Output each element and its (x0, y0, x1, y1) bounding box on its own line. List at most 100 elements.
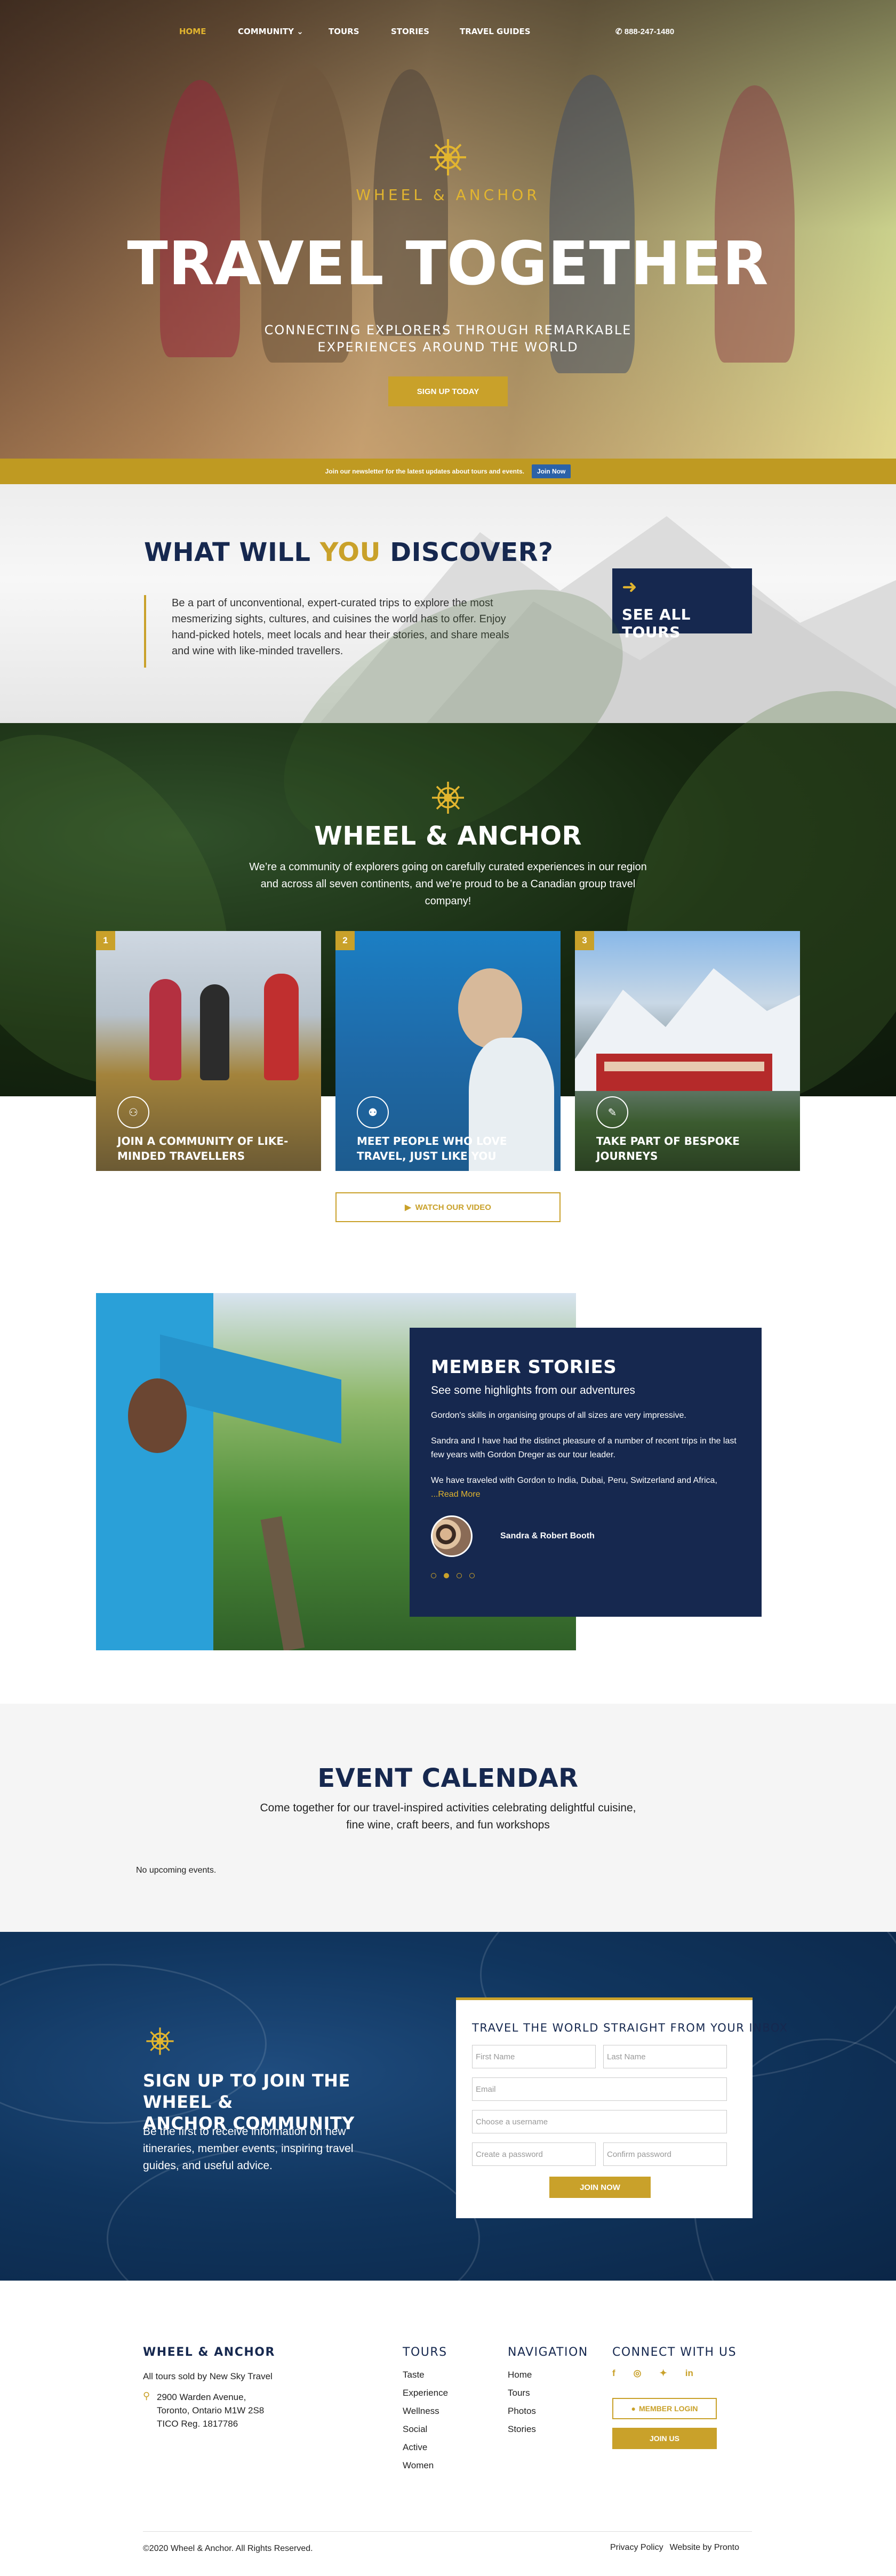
calendar-title: EVENT CALENDAR (317, 1763, 579, 1793)
newsletter-text: Join our newsletter for the latest updat… (325, 468, 525, 475)
website-credit-link[interactable]: Website by Pronto (670, 2543, 739, 2553)
newsletter-bar: Join our newsletter for the latest updat… (0, 459, 896, 484)
join-now-button[interactable]: Join Now (532, 464, 571, 478)
arrow-right-icon: ➜ (622, 577, 637, 597)
footer-link-home[interactable]: Home (508, 2366, 536, 2384)
footer-link-wellness[interactable]: Wellness (403, 2402, 448, 2420)
user-icon: ● (631, 2404, 636, 2413)
stories-title: MEMBER STORIES (431, 1357, 617, 1378)
footer-link-social[interactable]: Social (403, 2420, 448, 2438)
watch-video-button[interactable]: ▶ WATCH OUR VIDEO (335, 1192, 561, 1222)
join-now-submit-button[interactable]: JOIN NOW (549, 2177, 651, 2198)
footer-link-stories[interactable]: Stories (508, 2420, 536, 2438)
footer-legal: Privacy Policy Website by Pronto (610, 2543, 739, 2553)
nav-home[interactable]: HOME (179, 27, 206, 36)
ship-wheel-icon (432, 782, 464, 814)
hero-logo-text: WHEEL & ANCHOR (356, 186, 540, 204)
card-label: TAKE PART OF BESPOKE JOURNEYS (596, 1135, 740, 1162)
discover-accent-bar (144, 595, 146, 668)
social-icons: f ◎ ✦ in (612, 2368, 693, 2379)
footer-sold-by: All tours sold by New Sky Travel (143, 2371, 273, 2381)
calendar-subtitle: Come together for our travel-inspired ac… (260, 1802, 636, 1831)
footer-link-photos[interactable]: Photos (508, 2402, 536, 2420)
member-stories-card: MEMBER STORIES See some highlights from … (410, 1328, 762, 1617)
nav-travel-guides[interactable]: TRAVEL GUIDES (460, 27, 531, 36)
group-icon: ⚉ (357, 1096, 389, 1128)
form-title: TRAVEL THE WORLD STRAIGHT FROM YOUR INBO… (472, 2021, 788, 2034)
footer-navigation-title: NAVIGATION (508, 2346, 588, 2359)
stories-paragraph: Gordon's skills in organising groups of … (431, 1411, 686, 1420)
ship-wheel-icon (430, 139, 466, 175)
main-nav: HOME COMMUNITY ⌄ TOURS STORIES TRAVEL GU… (0, 0, 896, 61)
footer-tours-title: TOURS (403, 2346, 447, 2359)
email-field[interactable]: Email (472, 2077, 727, 2101)
see-all-tours-button[interactable]: ➜ SEE ALL TOURS (612, 568, 752, 641)
nav-stories[interactable]: STORIES (391, 27, 429, 36)
see-all-tours-label: SEE ALL TOURS (622, 606, 691, 641)
hero-title: TRAVEL TOGETHER (127, 229, 769, 299)
stories-subtitle: See some highlights from our adventures (431, 1384, 635, 1397)
signup-section (0, 1932, 896, 2281)
member-login-button[interactable]: ● MEMBER LOGIN (612, 2398, 717, 2419)
twitter-icon[interactable]: ✦ (660, 2368, 667, 2379)
footer-link-tours[interactable]: Tours (508, 2384, 536, 2402)
carousel-dot[interactable] (431, 1573, 436, 1578)
card-label: JOIN A COMMUNITY OF LIKE-MINDED TRAVELLE… (117, 1135, 289, 1162)
brand-title: WHEEL & ANCHOR (314, 821, 582, 851)
people-icon: ⚇ (117, 1096, 149, 1128)
play-icon: ▶ (405, 1203, 411, 1212)
footer-connect-title: CONNECT WITH US (612, 2346, 737, 2359)
join-us-button[interactable]: JOIN US (612, 2428, 717, 2449)
facebook-icon[interactable]: f (612, 2368, 615, 2379)
avatar (431, 1515, 473, 1557)
signup-body: Be the first to receive information on n… (143, 2125, 354, 2172)
carousel-dot[interactable] (469, 1573, 475, 1578)
no-events-text: No upcoming events. (136, 1866, 217, 1875)
read-more-link[interactable]: ...Read More (431, 1490, 480, 1499)
last-name-field[interactable]: Last Name (603, 2045, 727, 2068)
card-number: 2 (335, 931, 355, 950)
carousel-dot[interactable] (457, 1573, 462, 1578)
card-label: MEET PEOPLE WHO LOVE TRAVEL, JUST LIKE Y… (357, 1135, 507, 1162)
nav-tours[interactable]: TOURS (329, 27, 359, 36)
username-field[interactable]: Choose a username (472, 2110, 727, 2133)
compass-icon: ✎ (596, 1096, 628, 1128)
sign-up-today-button[interactable]: SIGN UP TODAY (388, 376, 508, 406)
story-author: Sandra & Robert Booth (500, 1531, 595, 1540)
carousel-dots (431, 1573, 740, 1578)
stories-paragraph: We have traveled with Gordon to India, D… (431, 1476, 717, 1499)
discover-title: WHAT WILL YOU DISCOVER? (144, 537, 554, 567)
nav-community[interactable]: COMMUNITY ⌄ (238, 27, 303, 36)
footer-link-taste[interactable]: Taste (403, 2366, 448, 2384)
hero-section: HOME COMMUNITY ⌄ TOURS STORIES TRAVEL GU… (0, 0, 896, 459)
footer-link-experience[interactable]: Experience (403, 2384, 448, 2402)
hero-subtitle: CONNECTING EXPLORERS THROUGH REMARKABLE E… (264, 323, 632, 355)
footer-tours-list: Taste Experience Wellness Social Active … (403, 2366, 448, 2475)
stories-paragraph: Sandra and I have had the distinct pleas… (431, 1437, 737, 1459)
privacy-policy-link[interactable]: Privacy Policy (610, 2543, 663, 2553)
chevron-down-icon: ⌄ (297, 27, 303, 36)
instagram-icon[interactable]: ◎ (634, 2368, 642, 2379)
confirm-password-field[interactable]: Confirm password (603, 2142, 727, 2166)
copyright: ©2020 Wheel & Anchor. All Rights Reserve… (143, 2544, 313, 2553)
linkedin-icon[interactable]: in (685, 2368, 693, 2379)
hero-logo: WHEEL & ANCHOR (0, 136, 896, 204)
feature-card-3[interactable]: 3 ✎ TAKE PART OF BESPOKE JOURNEYS (575, 931, 800, 1171)
nav-phone[interactable]: ✆ 888-247-1480 (615, 27, 674, 36)
footer-brand: WHEEL & ANCHOR (143, 2346, 275, 2359)
footer: WHEEL & ANCHOR All tours sold by New Sky… (0, 2281, 896, 2576)
brand-body: We’re a community of explorers going on … (249, 861, 647, 907)
ship-wheel-icon (146, 2027, 174, 2055)
location-pin-icon: ⚲ (143, 2390, 150, 2401)
footer-divider (143, 2531, 752, 2532)
phone-icon: ✆ (615, 27, 622, 36)
card-number: 3 (575, 931, 594, 950)
feature-card-2[interactable]: 2 ⚉ MEET PEOPLE WHO LOVE TRAVEL, JUST LI… (335, 931, 561, 1171)
footer-link-women[interactable]: Women (403, 2457, 448, 2475)
event-calendar-section: EVENT CALENDAR Come together for our tra… (0, 1704, 896, 1932)
password-field[interactable]: Create a password (472, 2142, 596, 2166)
feature-card-1[interactable]: 1 ⚇ JOIN A COMMUNITY OF LIKE-MINDED TRAV… (96, 931, 321, 1171)
carousel-dot-active[interactable] (444, 1573, 449, 1578)
footer-link-active[interactable]: Active (403, 2438, 448, 2457)
first-name-field[interactable]: First Name (472, 2045, 596, 2068)
